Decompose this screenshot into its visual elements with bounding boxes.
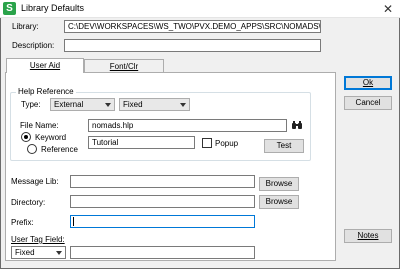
app-icon: S bbox=[3, 2, 16, 15]
tab-user-aid[interactable]: User Aid bbox=[6, 58, 84, 73]
type-select[interactable]: External bbox=[50, 98, 115, 111]
reference-radio[interactable] bbox=[27, 144, 37, 154]
description-field[interactable] bbox=[64, 39, 321, 52]
close-icon[interactable]: ✕ bbox=[376, 0, 400, 18]
cancel-button-label: Cancel bbox=[355, 98, 381, 107]
type-label: Type: bbox=[21, 100, 41, 109]
file-name-field[interactable]: nomads.hlp bbox=[88, 119, 287, 132]
cancel-button[interactable]: Cancel bbox=[344, 96, 392, 110]
message-lib-label: Message Lib: bbox=[11, 177, 59, 186]
help-reference-title: Help Reference bbox=[16, 87, 76, 96]
chevron-down-icon bbox=[180, 103, 186, 107]
keyword-label: Keyword bbox=[35, 133, 67, 142]
chevron-down-icon bbox=[56, 251, 62, 255]
ok-button[interactable]: Ok bbox=[344, 76, 392, 90]
type2-select-value: Fixed bbox=[123, 100, 143, 109]
window-title: Library Defaults bbox=[21, 3, 85, 13]
text-cursor bbox=[73, 217, 74, 226]
binoculars-icon[interactable] bbox=[291, 119, 303, 131]
user-tag-label: User Tag Field: bbox=[11, 235, 65, 244]
keyword-field[interactable]: Tutorial bbox=[88, 136, 195, 149]
file-name-label: File Name: bbox=[20, 121, 59, 130]
type-select-value: External bbox=[54, 100, 84, 109]
popup-checkbox[interactable] bbox=[202, 138, 212, 148]
user-tag-select[interactable]: Fixed bbox=[11, 246, 66, 259]
tab-font-clr-label: Font/Clr bbox=[109, 62, 139, 71]
library-field[interactable]: C:\DEV\WORKSPACES\WS_TWO\PVX.DEMO_APPS\S… bbox=[64, 20, 321, 33]
tab-user-aid-label: User Aid bbox=[29, 61, 61, 70]
directory-label: Directory: bbox=[11, 198, 46, 207]
user-tag-select-value: Fixed bbox=[15, 248, 35, 257]
notes-button-label: Notes bbox=[357, 231, 379, 240]
keyword-radio[interactable] bbox=[21, 132, 31, 142]
test-button[interactable]: Test bbox=[264, 139, 304, 153]
type2-select[interactable]: Fixed bbox=[119, 98, 190, 111]
user-tag-field[interactable] bbox=[70, 246, 255, 259]
message-lib-field[interactable] bbox=[70, 175, 255, 188]
library-label: Library: bbox=[12, 22, 39, 31]
directory-field[interactable] bbox=[70, 195, 255, 208]
prefix-label: Prefix: bbox=[11, 218, 34, 227]
ok-button-label: Ok bbox=[362, 78, 374, 87]
tab-font-clr[interactable]: Font/Clr bbox=[84, 59, 164, 73]
reference-label: Reference bbox=[41, 145, 78, 154]
chevron-down-icon bbox=[105, 103, 111, 107]
directory-browse-button[interactable]: Browse bbox=[259, 195, 299, 209]
description-label: Description: bbox=[12, 41, 55, 50]
popup-label: Popup bbox=[215, 139, 239, 148]
message-lib-browse-button[interactable]: Browse bbox=[259, 177, 299, 191]
prefix-field[interactable] bbox=[70, 215, 255, 228]
notes-button[interactable]: Notes bbox=[344, 229, 392, 243]
